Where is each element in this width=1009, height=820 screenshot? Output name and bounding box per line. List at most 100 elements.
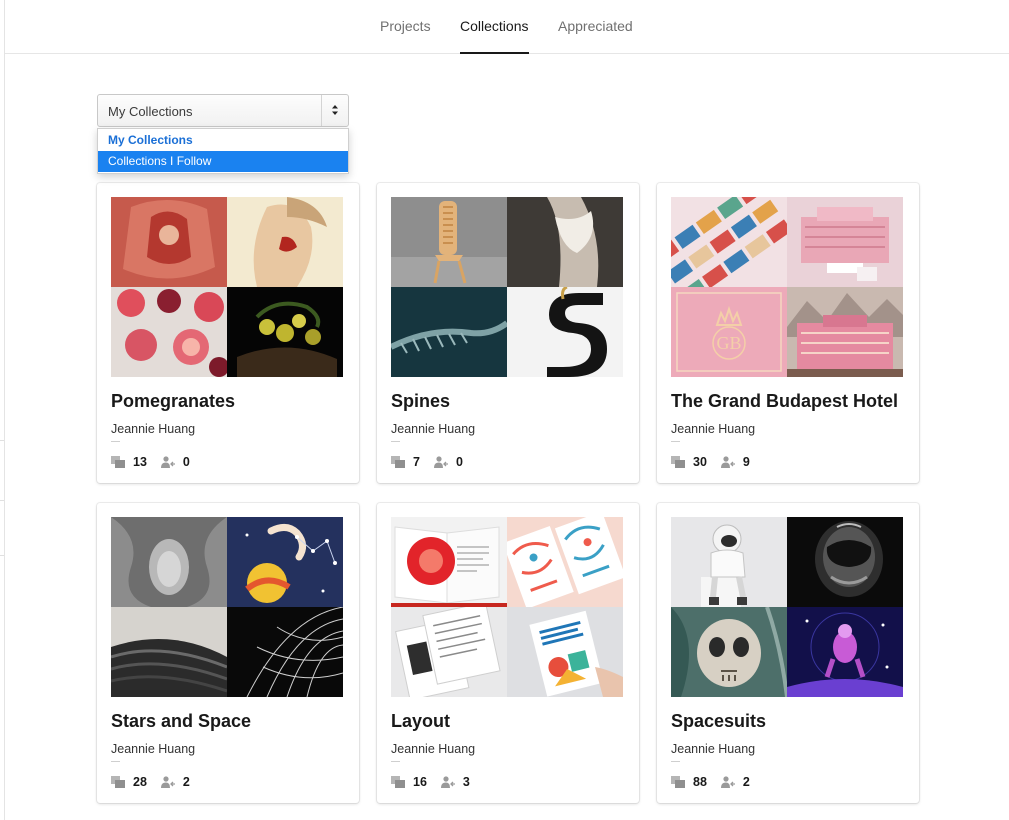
- divider: [391, 441, 400, 442]
- stacked-squares-icon: [111, 776, 125, 788]
- active-tab-indicator: [460, 52, 529, 54]
- collection-thumbnail: [507, 197, 623, 287]
- left-edge-rule: [4, 0, 5, 820]
- collection-thumbnail: [787, 607, 903, 697]
- person-follow-icon: [720, 776, 735, 788]
- collection-thumbnail: [507, 517, 623, 607]
- collection-thumbnail: [391, 607, 507, 697]
- profile-tabs: Projects Collections Appreciated: [5, 0, 1009, 54]
- collection-thumbnails: [391, 197, 623, 377]
- person-follow-icon: [440, 776, 455, 788]
- followers-count: 2: [182, 775, 190, 789]
- projects-count: 28: [133, 775, 147, 789]
- collection-thumbnails: [111, 197, 343, 377]
- collection-title[interactable]: Spines: [391, 391, 625, 412]
- divider: [391, 761, 400, 762]
- collection-stats: 13 0: [111, 455, 204, 469]
- collection-card[interactable]: Stars and Space Jeannie Huang 28 2: [97, 503, 359, 803]
- collection-owner[interactable]: Jeannie Huang: [391, 742, 475, 756]
- followers-count: 0: [182, 455, 190, 469]
- person-follow-icon: [433, 456, 448, 468]
- left-edge-tick: [0, 440, 4, 441]
- collection-thumbnail: [507, 287, 623, 377]
- collection-thumbnail: [111, 607, 227, 697]
- collection-title[interactable]: Spacesuits: [671, 711, 905, 732]
- collection-thumbnail: [787, 517, 903, 607]
- collection-card[interactable]: Layout Jeannie Huang 16 3: [377, 503, 639, 803]
- projects-count: 7: [413, 455, 420, 469]
- projects-count: 13: [133, 455, 147, 469]
- collection-owner[interactable]: Jeannie Huang: [111, 422, 195, 436]
- left-edge-tick: [0, 500, 4, 501]
- followers-count: 3: [462, 775, 470, 789]
- person-follow-icon: [160, 776, 175, 788]
- collection-owner[interactable]: Jeannie Huang: [671, 422, 755, 436]
- divider: [111, 441, 120, 442]
- person-follow-icon: [160, 456, 175, 468]
- collection-thumbnails: [671, 517, 903, 697]
- tab-appreciated[interactable]: Appreciated: [558, 18, 633, 35]
- collection-thumbnail: GB: [671, 287, 787, 377]
- collection-thumbnail: [111, 197, 227, 287]
- collection-card[interactable]: Spacesuits Jeannie Huang 88 2: [657, 503, 919, 803]
- collection-thumbnail: [227, 607, 343, 697]
- collection-stats: 30 9: [671, 455, 764, 469]
- collection-thumbnail: [391, 287, 507, 377]
- collection-card[interactable]: GB The Grand Budapest Hotel Jeannie Huan…: [657, 183, 919, 483]
- tab-collections[interactable]: Collections: [460, 18, 528, 35]
- updown-arrows-icon: [321, 95, 348, 126]
- collection-thumbnails: GB: [671, 197, 903, 377]
- collections-filter-dropdown: My Collections Collections I Follow: [97, 128, 349, 174]
- collection-title[interactable]: Stars and Space: [111, 711, 345, 732]
- stacked-squares-icon: [391, 776, 405, 788]
- collection-thumbnail: [507, 607, 623, 697]
- collection-owner[interactable]: Jeannie Huang: [671, 742, 755, 756]
- option-collections-i-follow[interactable]: Collections I Follow: [98, 151, 348, 172]
- collection-title[interactable]: Layout: [391, 711, 625, 732]
- collections-filter-select[interactable]: My Collections: [97, 94, 349, 127]
- collection-thumbnail: [391, 197, 507, 287]
- collection-stats: 16 3: [391, 775, 484, 789]
- collection-thumbnail: [391, 517, 507, 607]
- collection-title[interactable]: Pomegranates: [111, 391, 345, 412]
- divider: [671, 761, 680, 762]
- collection-thumbnail: [227, 197, 343, 287]
- collection-thumbnail: [787, 287, 903, 377]
- stacked-squares-icon: [391, 456, 405, 468]
- collection-thumbnail: [671, 197, 787, 287]
- collection-card[interactable]: Pomegranates Jeannie Huang 13 0: [97, 183, 359, 483]
- projects-count: 16: [413, 775, 427, 789]
- collection-card[interactable]: Spines Jeannie Huang 7 0: [377, 183, 639, 483]
- svg-text:GB: GB: [716, 333, 741, 353]
- divider: [111, 761, 120, 762]
- collection-thumbnails: [391, 517, 623, 697]
- collection-thumbnail: [227, 287, 343, 377]
- followers-count: 9: [742, 455, 750, 469]
- stacked-squares-icon: [111, 456, 125, 468]
- select-current-value: My Collections: [108, 104, 193, 119]
- stacked-squares-icon: [671, 456, 685, 468]
- collection-thumbnail: [671, 517, 787, 607]
- divider: [671, 441, 680, 442]
- left-edge-tick: [0, 555, 4, 556]
- collection-thumbnail: [111, 287, 227, 377]
- collection-thumbnail: [787, 197, 903, 287]
- collection-thumbnail: [671, 607, 787, 697]
- tab-projects[interactable]: Projects: [380, 18, 431, 35]
- collection-owner[interactable]: Jeannie Huang: [111, 742, 195, 756]
- collection-owner[interactable]: Jeannie Huang: [391, 422, 475, 436]
- collection-thumbnails: [111, 517, 343, 697]
- followers-count: 2: [742, 775, 750, 789]
- collection-stats: 7 0: [391, 455, 477, 469]
- collection-title[interactable]: The Grand Budapest Hotel: [671, 391, 905, 412]
- collection-thumbnail: [227, 517, 343, 607]
- collection-thumbnail: [111, 517, 227, 607]
- projects-count: 88: [693, 775, 707, 789]
- person-follow-icon: [720, 456, 735, 468]
- followers-count: 0: [455, 455, 463, 469]
- collection-stats: 28 2: [111, 775, 204, 789]
- projects-count: 30: [693, 455, 707, 469]
- stacked-squares-icon: [671, 776, 685, 788]
- option-my-collections[interactable]: My Collections: [98, 130, 348, 151]
- collection-stats: 88 2: [671, 775, 764, 789]
